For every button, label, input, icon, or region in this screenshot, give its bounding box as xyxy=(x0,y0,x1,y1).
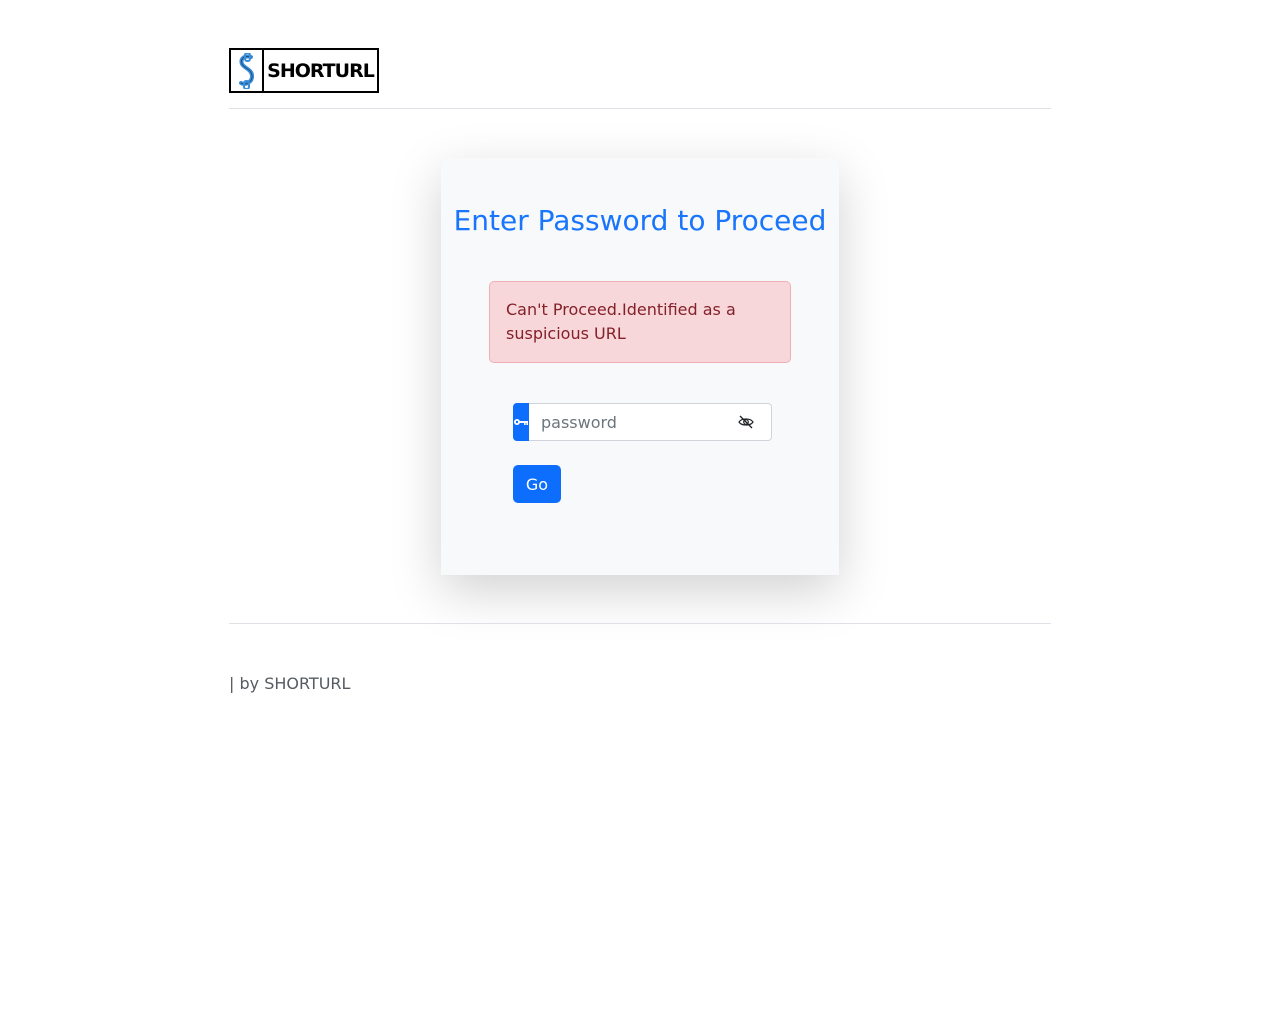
footer-divider xyxy=(229,623,1051,624)
password-input-group xyxy=(513,403,772,441)
site-logo[interactable]: SHORTURL xyxy=(229,48,379,93)
logo-text: SHORTURL xyxy=(267,59,375,82)
error-alert: Can't Proceed.Identified as a suspicious… xyxy=(489,281,791,363)
page-container: SHORTURL Enter Password to Proceed Can't… xyxy=(229,0,1051,693)
link-s-icon xyxy=(231,50,264,91)
eye-slash-icon[interactable] xyxy=(737,413,755,431)
key-icon xyxy=(513,403,529,441)
password-input[interactable] xyxy=(529,403,772,441)
site-header: SHORTURL xyxy=(229,0,1051,109)
password-card: Enter Password to Proceed Can't Proceed.… xyxy=(441,158,839,575)
footer-credit: | by SHORTURL xyxy=(229,674,351,693)
go-button[interactable]: Go xyxy=(513,465,561,503)
card-title: Enter Password to Proceed xyxy=(453,204,827,237)
